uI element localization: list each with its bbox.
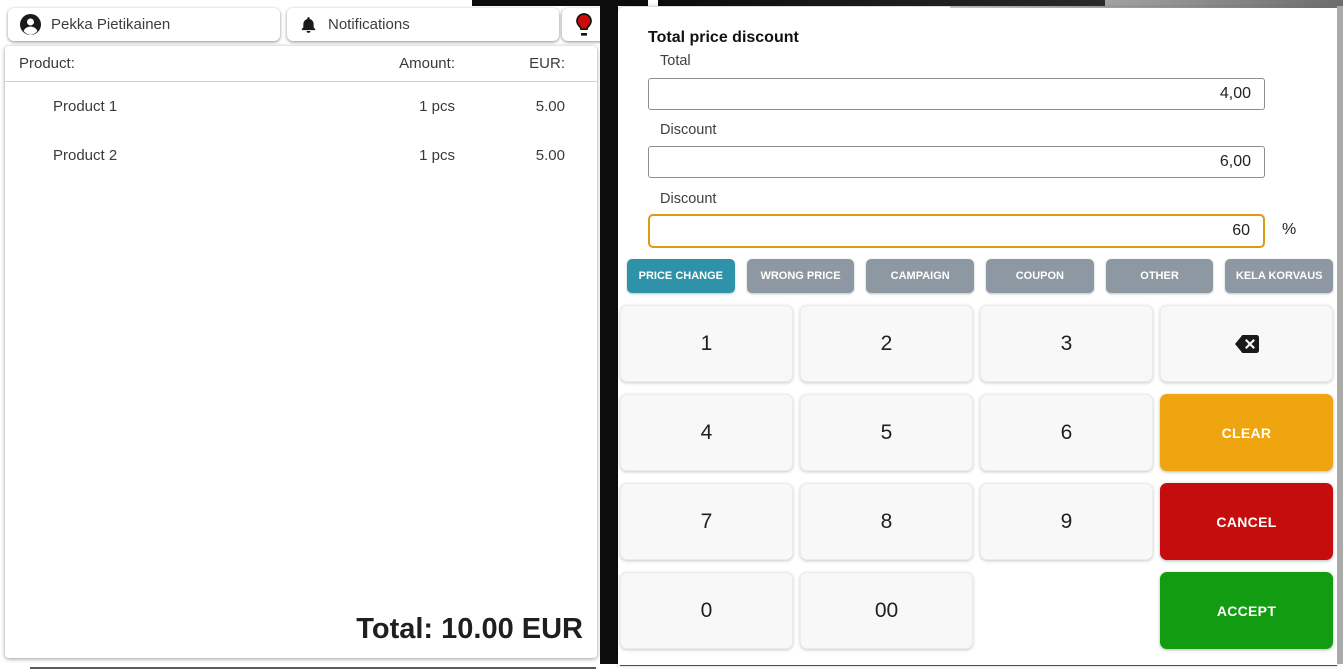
key-0[interactable]: 0: [620, 572, 793, 649]
cart-header-product: Product:: [19, 55, 335, 72]
discount-percent-label: Discount: [660, 191, 716, 207]
lightbulb-icon: [573, 12, 595, 38]
discount-panel-title: Total price discount: [648, 29, 799, 47]
key-00[interactable]: 00: [800, 572, 973, 649]
key-9[interactable]: 9: [980, 483, 1153, 560]
user-icon: [20, 14, 41, 35]
category-other[interactable]: OTHER: [1106, 259, 1214, 293]
discount-percent-input[interactable]: [648, 214, 1265, 248]
key-7[interactable]: 7: [620, 483, 793, 560]
user-chip[interactable]: Pekka Pietikainen: [8, 8, 280, 41]
total-field-input[interactable]: [648, 78, 1265, 110]
cart-row-product: Product 1: [19, 98, 335, 115]
bell-icon: [299, 15, 318, 35]
cart-row-amount: 1 pcs: [335, 98, 455, 115]
accept-button[interactable]: ACCEPT: [1160, 572, 1333, 649]
discount-amount-input[interactable]: [648, 146, 1265, 178]
cart-row[interactable]: Product 1 1 pcs 5.00: [5, 82, 597, 131]
panel-divider: [600, 0, 618, 664]
discount-amount-label: Discount: [660, 122, 716, 138]
cart-header-row: Product: Amount: EUR:: [5, 46, 597, 82]
category-kela-korvaus[interactable]: KELA KORVAUS: [1225, 259, 1333, 293]
backspace-icon: [1233, 333, 1261, 355]
bottom-edge-line-left: [30, 667, 596, 669]
cart-total: Total: 10.00 EUR: [5, 613, 597, 658]
percent-suffix: %: [1282, 221, 1296, 239]
key-4[interactable]: 4: [620, 394, 793, 471]
key-3[interactable]: 3: [980, 305, 1153, 382]
cancel-button[interactable]: CANCEL: [1160, 483, 1333, 560]
cart-row-eur: 5.00: [455, 147, 565, 164]
key-2[interactable]: 2: [800, 305, 973, 382]
key-5[interactable]: 5: [800, 394, 973, 471]
cart-header-eur: EUR:: [455, 55, 565, 72]
cart-row[interactable]: Product 2 1 pcs 5.00: [5, 131, 597, 180]
user-name: Pekka Pietikainen: [51, 16, 170, 33]
top-black-bar-left: [472, 0, 648, 6]
category-coupon[interactable]: COUPON: [986, 259, 1094, 293]
category-campaign[interactable]: CAMPAIGN: [866, 259, 974, 293]
notifications-label: Notifications: [328, 16, 410, 33]
top-black-bar-right: [658, 0, 1105, 6]
discount-category-row: PRICE CHANGE WRONG PRICE CAMPAIGN COUPON…: [627, 259, 1333, 293]
key-8[interactable]: 8: [800, 483, 973, 560]
cart-table: Product: Amount: EUR: Product 1 1 pcs 5.…: [5, 46, 597, 658]
cart-row-product: Product 2: [19, 147, 335, 164]
total-field-label: Total: [660, 53, 691, 69]
cart-header-amount: Amount:: [335, 55, 455, 72]
numeric-keypad: 1 2 3 4 5 6 CLEAR 7 8 9 CANCEL 0 00 ACCE…: [620, 305, 1333, 649]
right-scrollbar[interactable]: [1337, 6, 1343, 664]
discount-panel: Total price discount Total Discount Disc…: [618, 7, 1337, 665]
key-6[interactable]: 6: [980, 394, 1153, 471]
cart-row-eur: 5.00: [455, 98, 565, 115]
keypad-empty-cell: [980, 572, 1153, 649]
cart-row-amount: 1 pcs: [335, 147, 455, 164]
notifications-chip[interactable]: Notifications: [287, 8, 559, 41]
category-wrong-price[interactable]: WRONG PRICE: [747, 259, 855, 293]
clear-button[interactable]: CLEAR: [1160, 394, 1333, 471]
key-1[interactable]: 1: [620, 305, 793, 382]
category-price-change[interactable]: PRICE CHANGE: [627, 259, 735, 293]
backspace-key[interactable]: [1160, 305, 1333, 382]
